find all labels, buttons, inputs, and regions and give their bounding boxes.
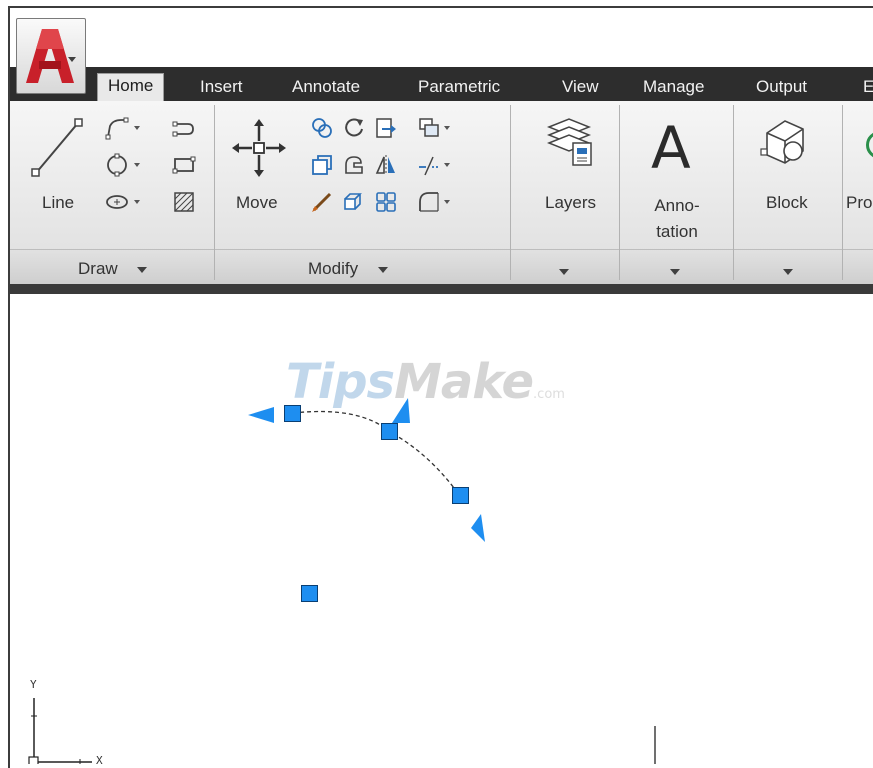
properties-icon (866, 131, 873, 159)
tab-parametric[interactable]: Parametric (418, 77, 500, 97)
ellipse-dropdown[interactable] (133, 188, 141, 216)
autocad-window: Home Insert Annotate Parametric View Man… (8, 6, 873, 768)
tab-manage[interactable]: Manage (643, 77, 704, 97)
selected-arc[interactable] (292, 410, 461, 497)
properties-label: Pro (846, 193, 873, 212)
annotation-button[interactable]: A Anno- tation (625, 109, 729, 244)
annotation-text-icon: A (651, 114, 691, 182)
line-button[interactable]: Line (24, 109, 90, 219)
move-label: Move (236, 193, 278, 212)
polyline-dropdown[interactable] (133, 114, 141, 142)
block-panel-expand-icon[interactable] (783, 269, 793, 275)
layers-label: Layers (545, 193, 597, 212)
crosshair-cursor (654, 726, 656, 764)
layers-icon (546, 118, 592, 166)
spline-icon[interactable] (170, 114, 198, 142)
drawing-overlay (28, 398, 656, 764)
autocad-logo-icon (26, 29, 76, 83)
tab-home[interactable]: Home (97, 73, 165, 101)
tab-insert[interactable]: Insert (200, 77, 243, 97)
polyline-icon[interactable] (103, 114, 131, 142)
arc-start-direction-arrow[interactable] (248, 407, 274, 423)
panel-separator (214, 105, 215, 280)
arc-end-grip[interactable] (452, 487, 469, 504)
line-icon (31, 118, 83, 177)
trim-icon[interactable] (372, 114, 400, 142)
move-icon (232, 119, 286, 177)
title-bar (10, 8, 873, 68)
line-label: Line (42, 193, 75, 212)
tab-view[interactable]: View (562, 77, 599, 97)
arc-start-grip[interactable] (284, 405, 301, 422)
rotate-icon[interactable] (340, 114, 368, 142)
application-menu-button[interactable] (16, 18, 86, 94)
modify-panel-expand-icon[interactable] (378, 267, 388, 273)
move-button[interactable]: Move (226, 109, 292, 219)
panel-separator (619, 105, 620, 280)
draw-panel-expand-icon[interactable] (137, 267, 147, 273)
array-icon[interactable] (372, 188, 400, 216)
arc-end-direction-arrow[interactable] (471, 514, 485, 542)
ribbon-tab-bar: Home Insert Annotate Parametric View Man… (10, 67, 873, 101)
copy-icon[interactable] (308, 114, 336, 142)
tab-annotate[interactable]: Annotate (292, 77, 360, 97)
match-properties-icon[interactable] (308, 188, 336, 216)
layers-panel-expand-icon[interactable] (559, 269, 569, 275)
panel-separator (842, 105, 843, 280)
arc-mid-grip[interactable] (381, 423, 398, 440)
arc-center-grip[interactable] (301, 585, 318, 602)
stretch-icon[interactable] (340, 151, 368, 179)
modify-panel-label[interactable]: Modify (308, 259, 358, 279)
erase-dropdown[interactable] (443, 114, 451, 142)
hatch-icon[interactable] (170, 188, 198, 216)
block-button[interactable]: Block (740, 109, 840, 219)
draw-panel-label[interactable]: Draw (78, 259, 118, 279)
ucs-icon (28, 698, 92, 764)
rectangle-icon[interactable] (170, 151, 198, 179)
break-icon[interactable] (415, 151, 443, 179)
break-dropdown[interactable] (443, 151, 451, 179)
ribbon: Line Draw Move Modify Layers A Anno- tat… (10, 101, 873, 285)
tab-output[interactable]: Output (756, 77, 807, 97)
properties-button[interactable]: Pro (846, 109, 873, 219)
circle-dropdown[interactable] (133, 151, 141, 179)
block-icon (760, 120, 804, 164)
fillet-icon[interactable] (415, 188, 443, 216)
panel-separator (733, 105, 734, 280)
ucs-x-label: X (96, 754, 103, 767)
ribbon-bottom-border (10, 284, 873, 294)
mirror-triangle-icon[interactable] (372, 151, 400, 179)
ucs-y-label: Y (30, 678, 37, 691)
ellipse-icon[interactable] (103, 188, 131, 216)
block-label: Block (766, 193, 808, 212)
array-3d-icon[interactable] (340, 188, 368, 216)
annotation-panel-expand-icon[interactable] (670, 269, 680, 275)
annotation-label: Anno- tation (654, 196, 700, 241)
erase-icon[interactable] (415, 114, 443, 142)
panel-separator (510, 105, 511, 280)
fillet-dropdown[interactable] (443, 188, 451, 216)
arc-radius-arrow[interactable] (392, 398, 410, 423)
circle-icon[interactable] (103, 151, 131, 179)
layers-button[interactable]: Layers (520, 109, 620, 219)
tab-express-partial[interactable]: E (863, 77, 873, 97)
mirror-icon[interactable] (308, 151, 336, 179)
